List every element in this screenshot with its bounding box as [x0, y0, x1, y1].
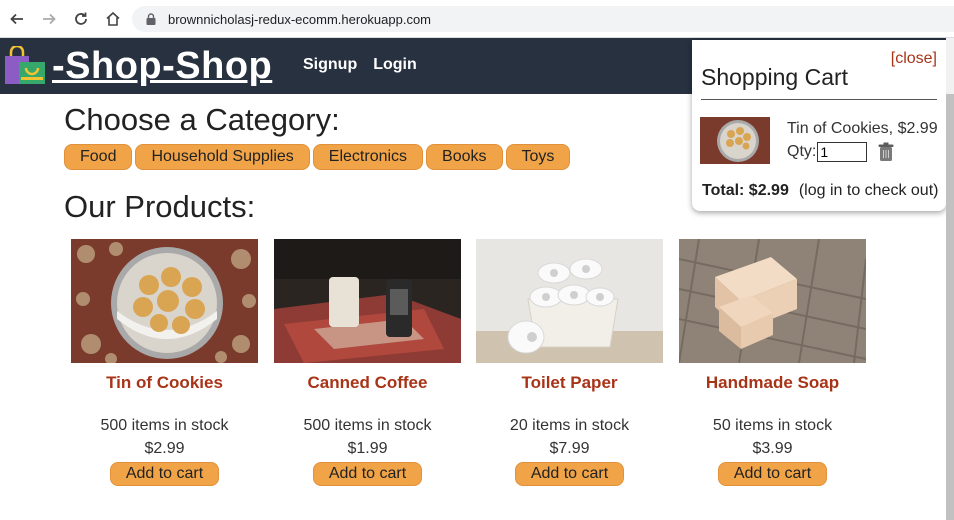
scrollbar[interactable]	[946, 38, 954, 520]
product-name[interactable]: Tin of Cookies	[71, 373, 258, 393]
product-image-coffee[interactable]	[274, 239, 461, 363]
lock-icon	[146, 13, 156, 25]
product-card: Tin of Cookies 500 items in stock $2.99 …	[71, 239, 258, 486]
product-name[interactable]: Canned Coffee	[274, 373, 461, 393]
back-icon[interactable]	[6, 8, 28, 30]
checkout-note: (log in to check out)	[798, 182, 939, 199]
scrollbar-thumb[interactable]	[946, 94, 954, 520]
logo-text[interactable]: -Shop-Shop	[52, 46, 272, 86]
add-to-cart-button[interactable]: Add to cart	[718, 462, 827, 486]
category-list: Food Household Supplies Electronics Book…	[64, 144, 571, 170]
cart-title: Shopping Cart	[701, 64, 849, 90]
product-image-toilet-paper[interactable]	[476, 239, 663, 363]
product-price: $3.99	[752, 440, 793, 457]
cart-total: Total: $2.99	[702, 182, 789, 199]
signup-link[interactable]: Signup	[303, 56, 357, 74]
trash-icon[interactable]	[877, 142, 895, 162]
product-stock: 500 items in stock	[100, 417, 229, 434]
add-to-cart-button[interactable]: Add to cart	[110, 462, 219, 486]
category-food-button[interactable]: Food	[64, 144, 133, 170]
cart-item-image	[700, 117, 770, 164]
address-bar[interactable]: brownnicholasj-redux-ecomm.herokuapp.com	[132, 6, 954, 32]
product-price: $2.99	[144, 440, 185, 457]
cart-close-button[interactable]: [close]	[891, 50, 937, 68]
qty-input[interactable]	[817, 142, 868, 162]
category-toys-button[interactable]: Toys	[505, 144, 571, 170]
category-electronics-button[interactable]: Electronics	[312, 144, 424, 170]
reload-icon[interactable]	[70, 8, 92, 30]
category-heading: Choose a Category:	[64, 102, 340, 137]
cart-divider	[701, 99, 937, 100]
home-icon[interactable]	[102, 8, 124, 30]
product-name[interactable]: Handmade Soap	[679, 373, 866, 393]
product-name[interactable]: Toilet Paper	[476, 373, 663, 393]
products-heading: Our Products:	[64, 189, 256, 224]
login-link[interactable]: Login	[373, 56, 417, 74]
shopping-cart-panel: [close] Shopping Cart Tin of Cookies, $2…	[692, 40, 946, 211]
header-nav: Signup Login	[303, 56, 417, 74]
category-household-button[interactable]: Household Supplies	[135, 144, 310, 170]
qty-label: Qty:	[787, 143, 817, 160]
add-to-cart-button[interactable]: Add to cart	[515, 462, 624, 486]
qty-row: Qty:	[787, 142, 938, 162]
product-stock: 50 items in stock	[712, 417, 833, 434]
product-card: Canned Coffee 500 items in stock $1.99 A…	[274, 239, 461, 486]
logo[interactable]: -Shop-Shop	[2, 46, 272, 86]
cart-item-name-price: Tin of Cookies, $2.99	[787, 120, 938, 137]
product-price: $7.99	[549, 440, 590, 457]
browser-toolbar: brownnicholasj-redux-ecomm.herokuapp.com	[0, 0, 954, 38]
product-image-cookies[interactable]	[71, 239, 258, 363]
product-card: Handmade Soap 50 items in stock $3.99 Ad…	[679, 239, 866, 486]
shopping-bag-icon	[5, 46, 45, 84]
category-books-button[interactable]: Books	[426, 144, 503, 170]
forward-icon[interactable]	[38, 8, 60, 30]
cart-total-row: Total: $2.99 (log in to check out)	[702, 182, 938, 200]
product-stock: 500 items in stock	[303, 417, 432, 434]
add-to-cart-button[interactable]: Add to cart	[313, 462, 422, 486]
product-image-soap[interactable]	[679, 239, 866, 363]
product-price: $1.99	[347, 440, 388, 457]
cart-item: Tin of Cookies, $2.99 Qty:	[787, 120, 938, 162]
url-text: brownnicholasj-redux-ecomm.herokuapp.com	[168, 11, 432, 27]
product-stock: 20 items in stock	[509, 417, 630, 434]
product-card: Toilet Paper 20 items in stock $7.99 Add…	[476, 239, 663, 486]
